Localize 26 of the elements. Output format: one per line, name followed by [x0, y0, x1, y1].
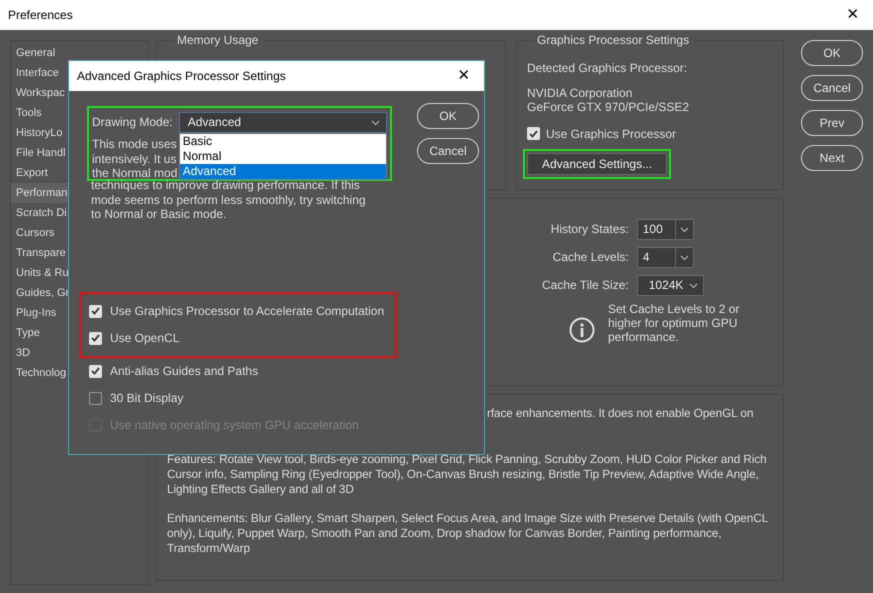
- checkbox-label: 30 Bit Display: [110, 390, 184, 406]
- detected-label: Detected Graphics Processor:: [527, 61, 688, 76]
- gpu-vendor: NVIDIA Corporation: [527, 86, 634, 100]
- field-label: Cache Tile Size:: [542, 278, 629, 293]
- group-title: Memory Usage: [173, 33, 264, 48]
- description-text: techniques to improve drawing performance. If this: [91, 178, 361, 192]
- checkbox-label: Use Graphics Processor: [546, 126, 676, 141]
- field-label: Drawing Mode:: [92, 115, 173, 130]
- field-label: Cache Levels:: [552, 250, 629, 265]
- description-text: to Normal or Basic mode.: [91, 207, 228, 222]
- window-title: Preferences: [8, 8, 73, 22]
- checkbox-label: Anti-alias Guides and Paths: [110, 364, 258, 378]
- description-text: intensively. It us: [92, 152, 176, 166]
- info-note: Set Cache Levels to 2 or higher for optimum GPU performance.: [608, 302, 740, 344]
- description-text: mode seems to perform less smoothly, try switching: [91, 192, 367, 207]
- description-text: rface enhancements. It does not enable OpenGL on: [486, 406, 754, 421]
- dialog-title: Advanced Graphics Processor Settings: [77, 68, 286, 84]
- checkbox-label: Use OpenCL: [110, 330, 180, 346]
- description-text: This mode uses: [92, 137, 177, 152]
- checkbox-label: Use Graphics Processor to Accelerate Computation: [110, 304, 384, 318]
- group-title: Graphics Processor Settings: [533, 33, 696, 48]
- gpu-model: GeForce GTX 970/PCIe/SSE2: [527, 100, 690, 115]
- description-text: Enhancements: Blur Gallery, Smart Sharpen, Select Focus Area, and Image Size with Preserve Details (with OpenCL only), Liquify, Puppet Warp, Smooth Pan and Zoom, Drop shadow for Canvas Border, Painting performance, Transform/Warp: [167, 511, 769, 556]
- description-text: the Normal mod: [92, 166, 178, 180]
- description-text: Features: Rotate View tool, Birds-eye zooming, Pixel Grid, Flick Panning, Scrubby Zoom, HUD Color Picker and Rich Cursor info, Sampling Ring (Eyedropper Tool), On-Canvas Brush resizing, Bristle Tip Preview, Adaptive Wide Angle, Lighting Effects Gallery and all of 3D: [167, 452, 768, 497]
- field-label: History States:: [550, 222, 629, 237]
